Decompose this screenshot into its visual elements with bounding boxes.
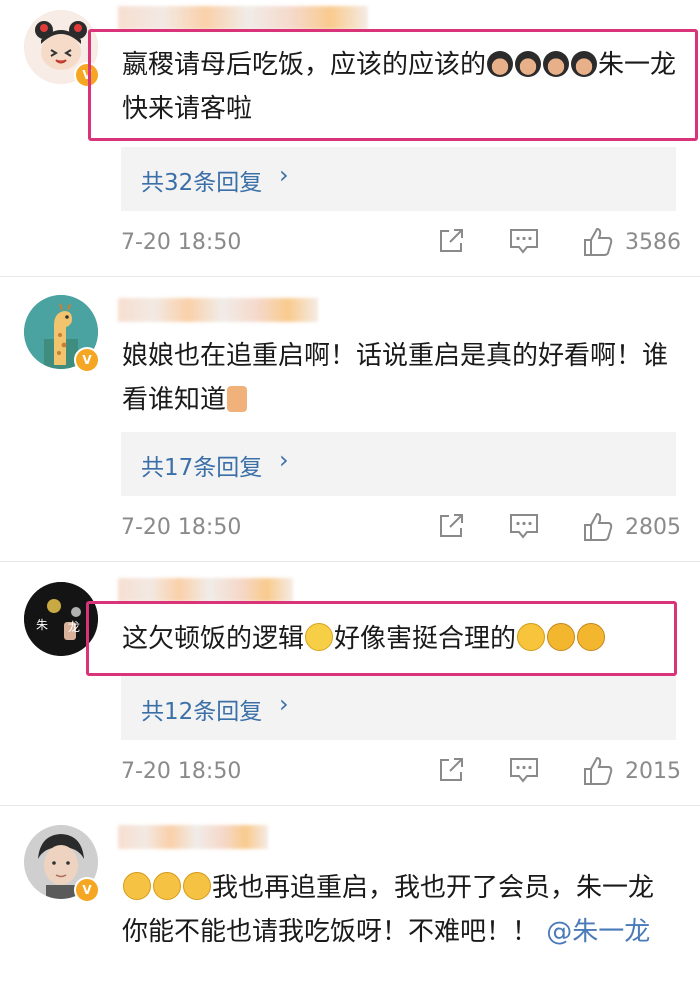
comment-text: 嬴稷请母后吃饭，应该的应该的 朱一龙快来请客啦 <box>122 43 677 131</box>
emoji-open-mouth-icon <box>577 623 606 651</box>
emoji-scream-icon <box>183 872 211 900</box>
emoji-scream-icon <box>123 872 151 900</box>
username-blurred[interactable] <box>118 825 268 849</box>
replies-label: 共17条回复 <box>141 455 263 481</box>
comment-meta: 7-20 18:50 3586 <box>0 224 700 264</box>
comment-text: 我也再追重启，我也开了会员，朱一龙你能不能也请我吃饭呀！不难吧！！ @朱一龙 <box>122 866 677 954</box>
emoji-thinking-icon <box>305 623 334 651</box>
emoji-open-mouth-icon <box>547 623 576 651</box>
divider <box>0 561 700 562</box>
comment-icon[interactable] <box>508 755 540 789</box>
replies-label: 共32条回复 <box>141 170 263 196</box>
replies-link[interactable]: 共32条回复 › <box>121 147 676 211</box>
comment-text-body: 这欠顿饭的逻辑 <box>122 624 305 654</box>
timestamp: 7-20 18:50 <box>121 230 242 255</box>
emoji-scream-icon <box>153 872 181 900</box>
emoji-girl-icon <box>515 51 542 77</box>
timestamp: 7-20 18:50 <box>121 515 242 540</box>
verified-badge-icon: V <box>74 877 100 903</box>
comment-text: 这欠顿饭的逻辑 好像害挺合理的 <box>122 617 677 661</box>
replies-link[interactable]: 共12条回复 › <box>121 676 676 740</box>
replies-label: 共12条回复 <box>141 699 263 725</box>
chevron-right-icon: › <box>279 446 289 474</box>
emoji-girl-icon <box>543 51 570 77</box>
like-icon[interactable] <box>582 226 614 262</box>
comment-meta: 7-20 18:50 2015 <box>0 753 700 793</box>
comment-text: 娘娘也在追重启啊！话说重启是真的好看啊！谁看谁知道 <box>122 334 677 422</box>
emoji-girl-icon <box>571 51 598 77</box>
like-count: 2805 <box>625 515 681 540</box>
emoji-girl-icon <box>487 51 514 77</box>
share-icon[interactable] <box>436 226 466 260</box>
comment-meta: 7-20 18:50 2805 <box>0 509 700 549</box>
timestamp: 7-20 18:50 <box>121 759 242 784</box>
divider <box>0 276 700 277</box>
mention-link[interactable]: @朱一龙 <box>546 917 650 947</box>
emoji-thumbs-up-icon <box>227 386 248 412</box>
share-icon[interactable] <box>436 511 466 545</box>
like-count: 3586 <box>625 230 681 255</box>
share-icon[interactable] <box>436 755 466 789</box>
emoji-laugh-icon <box>517 623 546 651</box>
comment-icon[interactable] <box>508 226 540 260</box>
divider <box>0 805 700 806</box>
replies-link[interactable]: 共17条回复 › <box>121 432 676 496</box>
comment-icon[interactable] <box>508 511 540 545</box>
comment-text-body: 娘娘也在追重启啊！话说重启是真的好看啊！谁看谁知道 <box>122 341 669 415</box>
comment-text-body: 嬴稷请母后吃饭，应该的应该的 <box>122 50 487 80</box>
like-count: 2015 <box>625 759 681 784</box>
comment-text-tail: 好像害挺合理的 <box>334 624 517 654</box>
avatar-text: 朱 <box>36 618 49 632</box>
like-icon[interactable] <box>582 755 614 791</box>
verified-badge-icon: V <box>74 347 100 373</box>
like-icon[interactable] <box>582 511 614 547</box>
avatar-text: 龙 <box>68 620 81 634</box>
chevron-right-icon: › <box>279 690 289 718</box>
username-blurred[interactable] <box>118 578 293 602</box>
username-blurred[interactable] <box>118 6 368 30</box>
chevron-right-icon: › <box>279 161 289 189</box>
username-blurred[interactable] <box>118 298 318 322</box>
